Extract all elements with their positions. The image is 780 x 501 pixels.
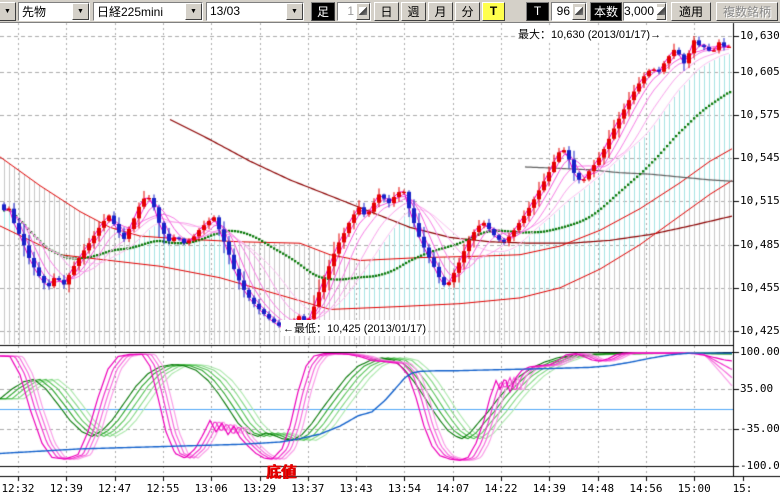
spinner-icon xyxy=(575,7,583,15)
time-axis-label: 14:56 xyxy=(629,482,663,495)
tick-count-value: 96 xyxy=(552,4,572,18)
time-axis-label: 14:48 xyxy=(581,482,615,495)
time-axis-label: 13:43 xyxy=(339,482,373,495)
price-axis-label: 10,515 xyxy=(740,194,780,207)
dropdown-arrow-icon: ▼ xyxy=(291,8,298,15)
oscillator-axis-label: 100.00 xyxy=(740,345,780,358)
time-axis-label: 12:55 xyxy=(146,482,180,495)
dropdown-button[interactable]: ▼ xyxy=(185,3,202,20)
time-axis-label: 13:54 xyxy=(387,482,421,495)
time-axis-label: 14:07 xyxy=(436,482,470,495)
bars-label: 本数 xyxy=(590,2,622,21)
min-price-annotation: ←最低：10,425 (2013/01/17) xyxy=(281,320,428,336)
price-axis-label: 10,575 xyxy=(740,108,780,121)
time-axis-label: 14:22 xyxy=(484,482,518,495)
toolbar: ▼ 先物 ▼ 日経225mini ▼ 13/03 ▼ 足 1 日 週 月 分 T… xyxy=(0,0,780,23)
time-axis-label: 13:29 xyxy=(243,482,277,495)
apply-button[interactable]: 適用 xyxy=(671,2,711,21)
time-axis-label: 14:39 xyxy=(532,482,566,495)
max-price-annotation: 最大：10,630 (2013/01/17)→ xyxy=(516,26,663,42)
spinner-icon xyxy=(359,7,367,15)
price-axis-label: 10,605 xyxy=(740,65,780,78)
bottom-price-annotation: 底値 xyxy=(266,461,296,482)
price-chart-canvas[interactable] xyxy=(0,0,780,501)
stepper-button[interactable] xyxy=(572,3,586,20)
tick-count-stepper[interactable]: 96 xyxy=(551,2,587,21)
time-axis-label: 13:37 xyxy=(291,482,325,495)
dropdown-arrow-icon: ▼ xyxy=(77,8,84,15)
time-axis-label: 15: xyxy=(726,482,760,495)
edge-dropdown-button[interactable]: ▼ xyxy=(0,2,16,21)
oscillator-axis-label: -35.00 xyxy=(740,422,780,435)
bars-count-stepper[interactable]: 3,000 xyxy=(623,2,667,21)
dropdown-button[interactable]: ▼ xyxy=(286,3,303,20)
bar-type-label: 足 xyxy=(311,2,335,21)
instrument-type-value: 先物 xyxy=(19,3,72,20)
bar-interval-value: 1 xyxy=(338,4,356,18)
multi-symbol-button[interactable]: 複数銘柄 xyxy=(716,2,778,21)
time-axis-label: 13:06 xyxy=(194,482,228,495)
period-week-button[interactable]: 週 xyxy=(401,2,426,21)
time-axis-label: 12:47 xyxy=(98,482,132,495)
contract-month-value: 13/03 xyxy=(207,4,286,18)
oscillator-axis-label: 35.00 xyxy=(740,382,773,395)
tick-count-label: T xyxy=(526,2,549,21)
price-axis-label: 10,630 xyxy=(740,29,780,42)
symbol-select[interactable]: 日経225mini ▼ xyxy=(93,2,203,21)
price-axis-label: 10,545 xyxy=(740,151,780,164)
period-day-button[interactable]: 日 xyxy=(374,2,399,21)
bar-interval-stepper[interactable]: 1 xyxy=(337,2,371,21)
period-minute-button[interactable]: 分 xyxy=(455,2,480,21)
price-axis-label: 10,455 xyxy=(740,281,780,294)
stepper-button[interactable] xyxy=(656,3,666,20)
dropdown-button[interactable]: ▼ xyxy=(72,3,89,20)
dropdown-arrow-icon: ▼ xyxy=(190,8,197,15)
price-axis-label: 10,485 xyxy=(740,238,780,251)
price-axis-label: 10,425 xyxy=(740,324,780,337)
stepper-button[interactable] xyxy=(356,3,370,20)
instrument-type-select[interactable]: 先物 ▼ xyxy=(18,2,90,21)
spinner-icon xyxy=(657,7,665,15)
symbol-value: 日経225mini xyxy=(94,3,185,20)
oscillator-axis-label: -100.00 xyxy=(740,459,780,472)
dropdown-arrow-icon: ▼ xyxy=(4,8,11,15)
bars-count-value: 3,000 xyxy=(624,4,656,18)
time-axis-label: 12:39 xyxy=(49,482,83,495)
chart-application: ▼ 先物 ▼ 日経225mini ▼ 13/03 ▼ 足 1 日 週 月 分 T… xyxy=(0,0,780,501)
time-axis-label: 12:32 xyxy=(1,482,35,495)
time-axis-label: 15:00 xyxy=(677,482,711,495)
period-month-button[interactable]: 月 xyxy=(428,2,453,21)
period-tick-button-active[interactable]: T xyxy=(482,2,505,21)
contract-month-select[interactable]: 13/03 ▼ xyxy=(206,2,304,21)
